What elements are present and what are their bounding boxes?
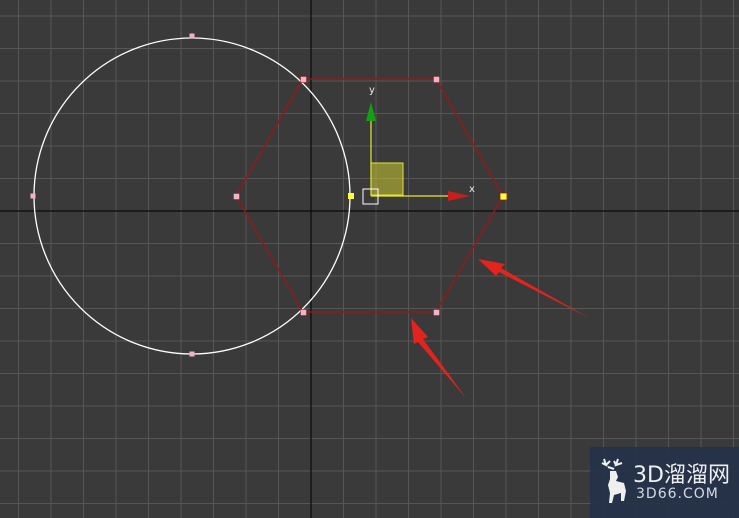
hexagon-vertex-bottom-left[interactable] <box>300 309 307 316</box>
watermark-brand-cn: 3D溜溜网 <box>633 463 730 488</box>
watermark: 3D溜溜网 3D66.COM <box>590 447 739 518</box>
hexagon-vertex-right-selected[interactable] <box>499 192 508 201</box>
circle-vertex-top[interactable] <box>189 33 195 39</box>
hexagon-vertex-left[interactable] <box>233 193 240 200</box>
hexagon-vertex-top-left[interactable] <box>300 76 307 83</box>
circle-vertex-bottom[interactable] <box>189 351 195 357</box>
deer-logo-icon <box>601 458 626 503</box>
viewport-background <box>0 0 739 518</box>
gizmo-y-label: y <box>369 85 375 96</box>
hexagon-vertex-bottom-right[interactable] <box>433 309 440 316</box>
circle-vertex-right-selected[interactable] <box>348 193 354 199</box>
gizmo-xy-plane-handle[interactable] <box>370 162 404 196</box>
gizmo-x-label: x <box>469 184 475 195</box>
circle-vertex-left[interactable] <box>30 193 36 199</box>
viewport-canvas[interactable]: y x <box>0 0 739 518</box>
watermark-brand-en: 3D66.COM <box>636 486 719 502</box>
hexagon-vertex-top-right[interactable] <box>433 76 440 83</box>
